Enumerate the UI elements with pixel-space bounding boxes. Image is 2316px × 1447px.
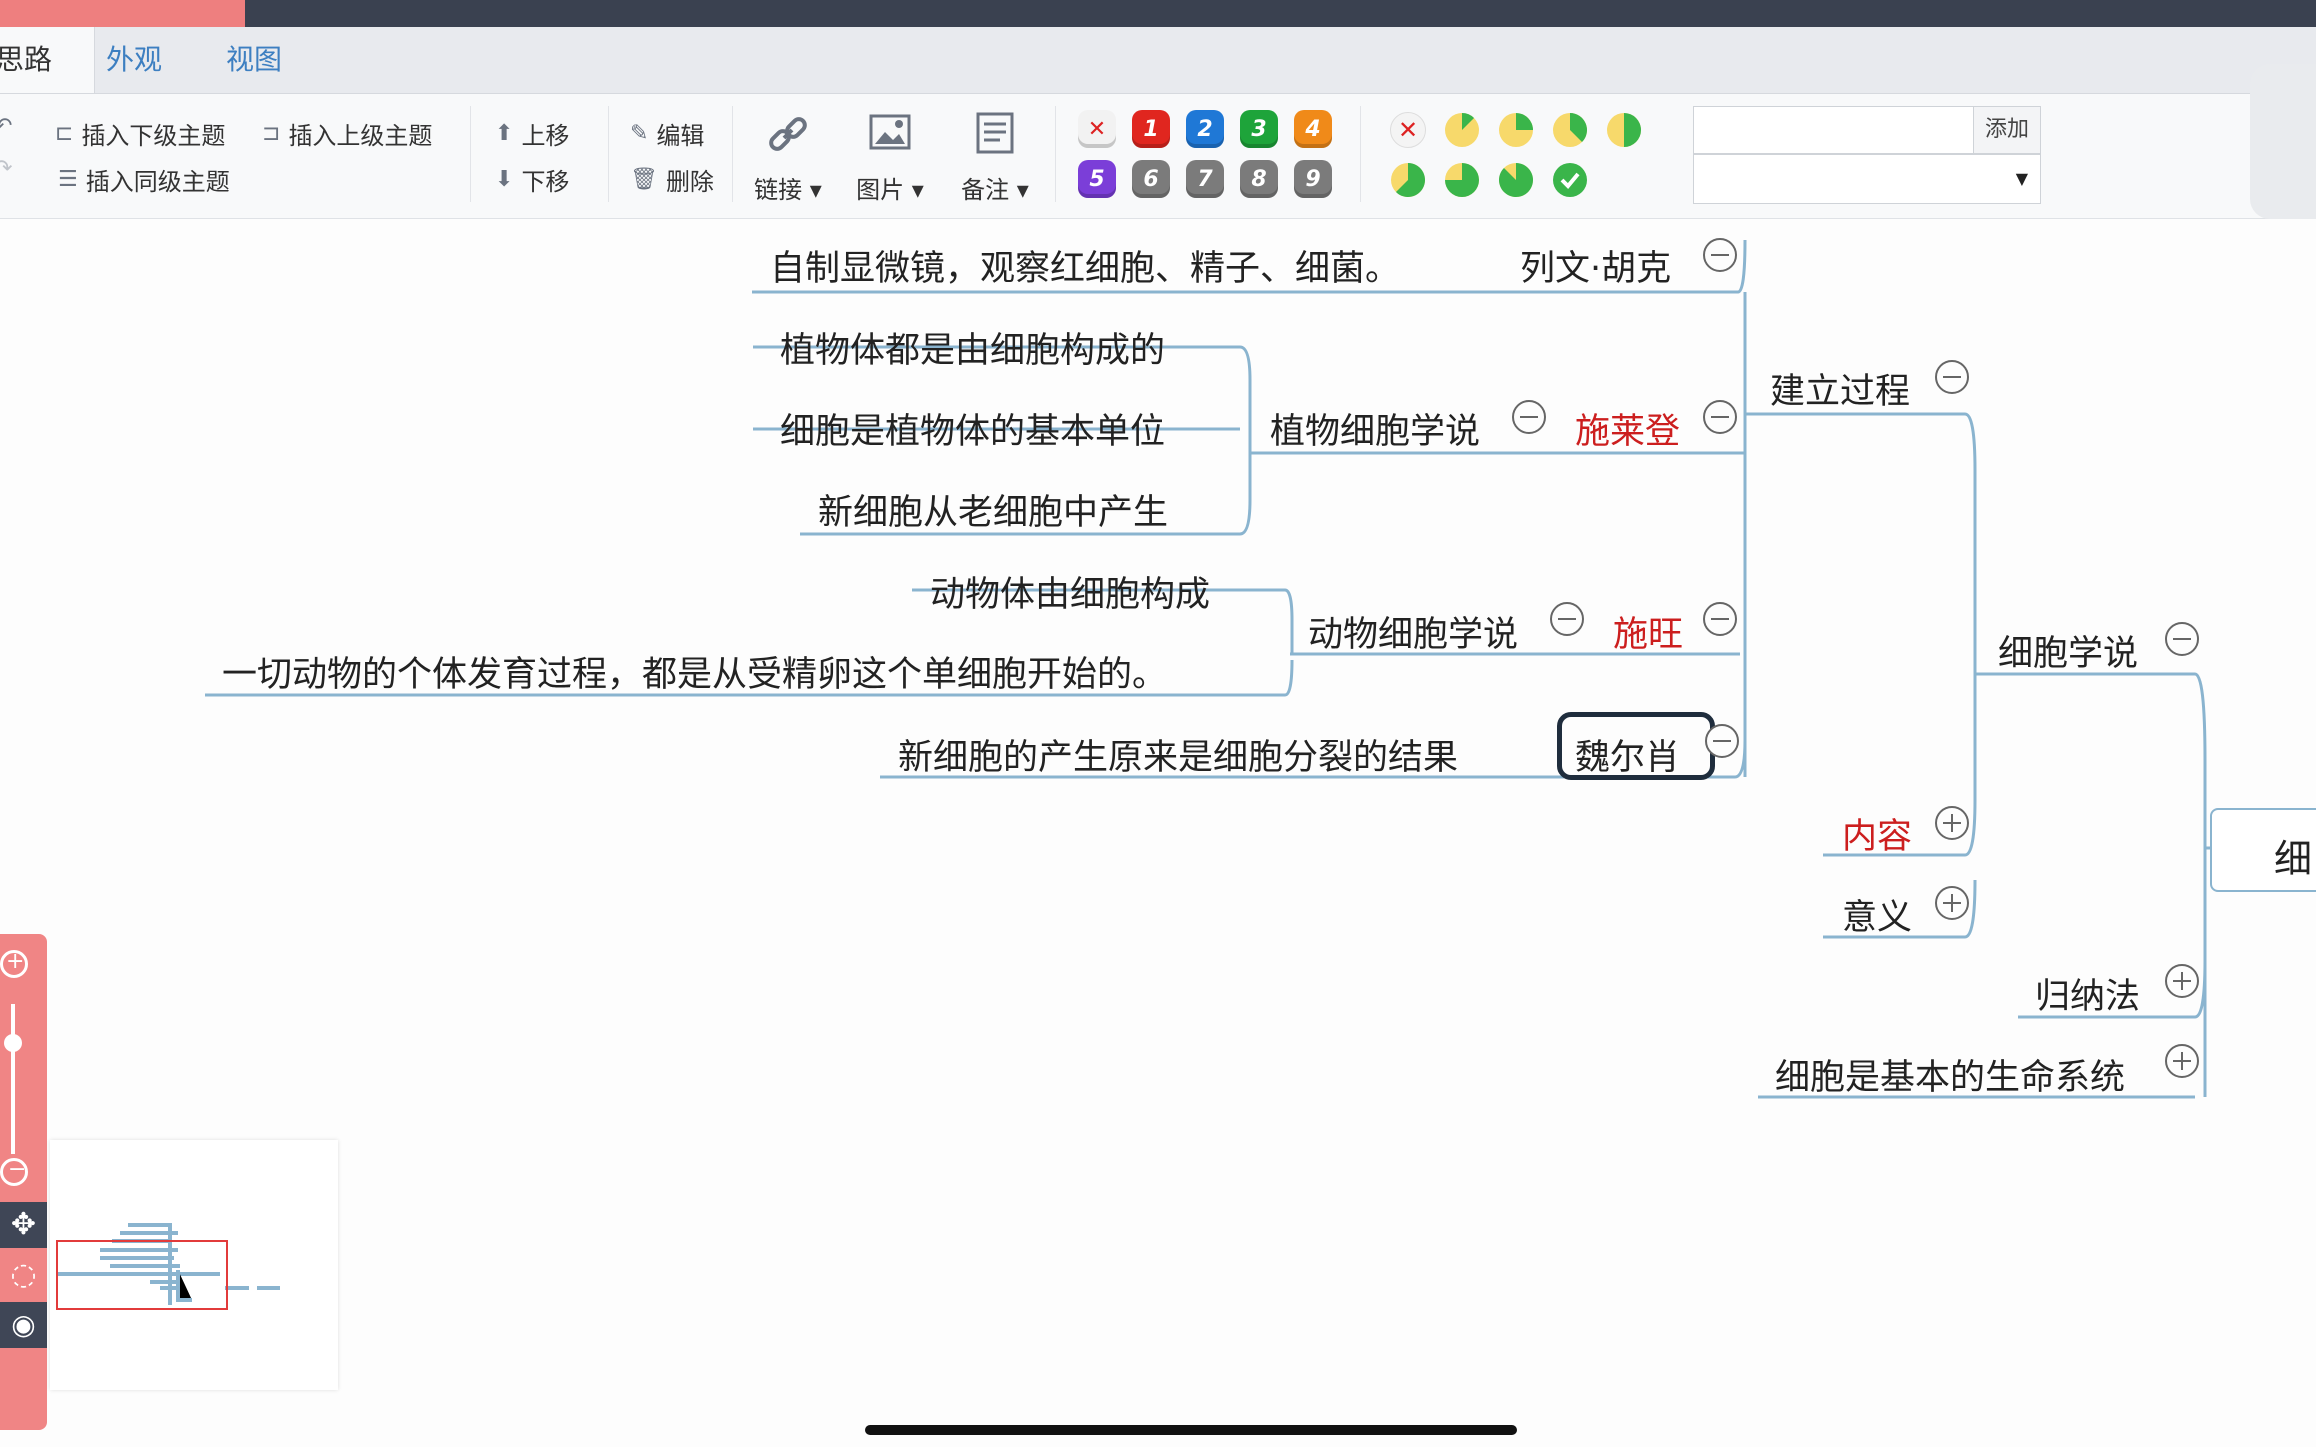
mindmap-connectors	[205, 239, 2212, 1099]
node-schwann[interactable]: 施旺	[1613, 606, 1683, 657]
collapse-toggle-icon[interactable]	[1703, 602, 1737, 636]
node-schleiden[interactable]: 施莱登	[1575, 403, 1680, 454]
expand-toggle-icon[interactable]	[2165, 964, 2199, 998]
node-establishment[interactable]: 建立过程	[1770, 363, 1910, 414]
node-plant-3[interactable]: 新细胞从老细胞中产生	[818, 484, 1168, 535]
expand-toggle-icon[interactable]	[1935, 886, 1969, 920]
zoom-slider-handle[interactable]	[4, 1034, 22, 1052]
minimap-viewport[interactable]	[56, 1240, 228, 1310]
node-animal-1[interactable]: 动物体由细胞构成	[930, 566, 1210, 617]
zoom-slider-track[interactable]	[11, 1004, 15, 1154]
node-life-system[interactable]: 细胞是基本的生命系统	[1775, 1049, 2125, 1100]
root-node[interactable]: 细	[2210, 808, 2316, 892]
collapse-toggle-icon[interactable]	[1703, 400, 1737, 434]
collapse-toggle-icon[interactable]	[1512, 400, 1546, 434]
home-indicator	[865, 1425, 1517, 1435]
node-content[interactable]: 内容	[1842, 808, 1912, 859]
node-virchow[interactable]: 魏尔肖	[1575, 729, 1680, 780]
zoom-panel: + − ✥ ◌ ◉	[0, 934, 47, 1430]
node-virchow-detail[interactable]: 新细胞的产生原来是细胞分裂的结果	[898, 729, 1458, 780]
node-plant-cell-theory[interactable]: 植物细胞学说	[1270, 403, 1480, 454]
minimap[interactable]	[50, 1140, 338, 1390]
expand-toggle-icon[interactable]	[2165, 1044, 2199, 1078]
collapse-toggle-icon[interactable]	[1703, 238, 1737, 272]
node-significance[interactable]: 意义	[1842, 889, 1912, 940]
eye-icon[interactable]: ◉	[0, 1302, 47, 1348]
node-animal-cell-theory[interactable]: 动物细胞学说	[1308, 606, 1518, 657]
node-animal-2[interactable]: 一切动物的个体发育过程，都是从受精卵这个单细胞开始的。	[222, 646, 1167, 697]
node-leeuwenhoek[interactable]: 列文·胡克	[1520, 240, 1671, 291]
zoom-out-icon[interactable]: −	[0, 1157, 28, 1186]
node-plant-1[interactable]: 植物体都是由细胞构成的	[780, 322, 1165, 373]
node-induction[interactable]: 归纳法	[2035, 968, 2140, 1019]
move-icon[interactable]: ✥	[0, 1202, 47, 1248]
collapse-toggle-icon[interactable]	[1705, 724, 1739, 758]
collapse-toggle-icon[interactable]	[1935, 360, 1969, 394]
node-cell-theory[interactable]: 细胞学说	[1998, 625, 2138, 676]
node-plant-2[interactable]: 细胞是植物体的基本单位	[780, 403, 1165, 454]
root-node-label: 细	[2274, 837, 2313, 881]
node-leeuwenhoek-detail[interactable]: 自制显微镜，观察红细胞、精子、细菌。	[770, 240, 1400, 291]
locate-icon[interactable]: ◌	[0, 1252, 47, 1298]
collapse-toggle-icon[interactable]	[1550, 602, 1584, 636]
expand-toggle-icon[interactable]	[1935, 806, 1969, 840]
collapse-toggle-icon[interactable]	[2165, 622, 2199, 656]
zoom-in-icon[interactable]: +	[0, 949, 28, 978]
